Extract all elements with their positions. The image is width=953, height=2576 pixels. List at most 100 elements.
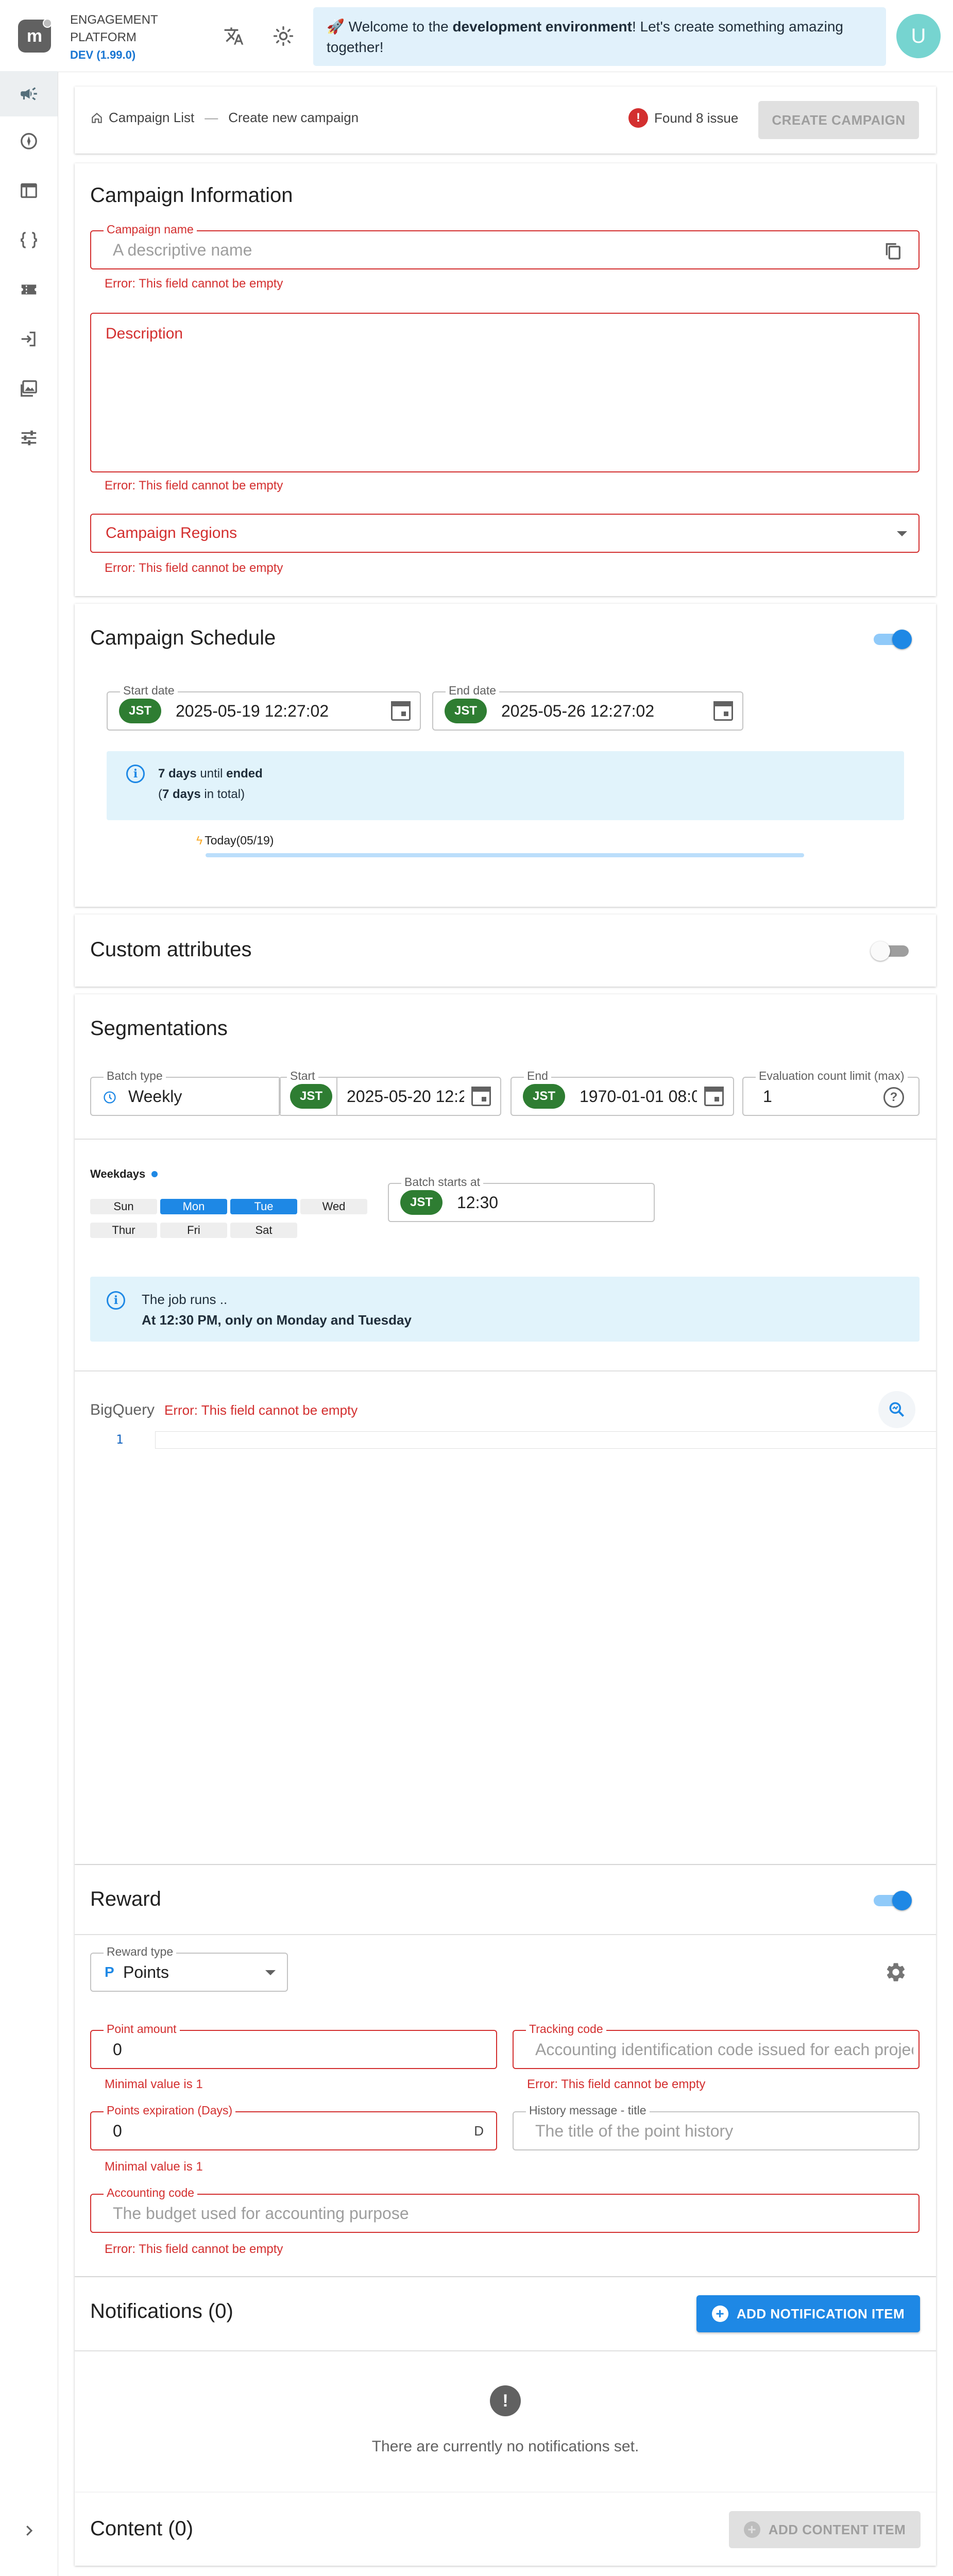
batch-type-value: Weekly xyxy=(128,1087,182,1106)
nav-login-icon[interactable] xyxy=(0,316,58,362)
toggle-knob xyxy=(871,941,890,961)
batch-starts-tz-chip[interactable]: JST xyxy=(400,1190,443,1215)
bigquery-editor[interactable] xyxy=(155,1431,936,1449)
custom-attributes-toggle[interactable] xyxy=(871,941,912,961)
campaign-name-field[interactable]: Campaign name A descriptive name xyxy=(90,223,920,269)
add-notification-label: ADD NOTIFICATION ITEM xyxy=(736,2306,905,2321)
calendar-icon[interactable] xyxy=(391,701,411,721)
batch-type-select[interactable]: Batch type Weekly xyxy=(90,1069,281,1116)
nav-campaign-icon[interactable] xyxy=(0,71,58,116)
campaign-schedule-card: Campaign Schedule Start date JST 2025-05… xyxy=(75,604,936,907)
help-icon[interactable]: ? xyxy=(883,1087,904,1108)
info-icon: i xyxy=(107,1291,125,1310)
copy-icon[interactable] xyxy=(882,241,903,264)
nav-image-icon[interactable] xyxy=(0,366,58,411)
weekday-chip-sat[interactable]: Sat xyxy=(230,1223,297,1238)
start-date-value: 2025-05-19 12:27:02 xyxy=(176,701,329,720)
issue-indicator[interactable]: ! Found 8 issue xyxy=(628,108,738,128)
home-icon xyxy=(90,111,104,125)
breadcrumb-campaign-list[interactable]: Campaign List xyxy=(109,110,194,126)
weekday-chip-mon[interactable]: Mon xyxy=(160,1199,227,1214)
schedule-timeline xyxy=(206,853,804,857)
weekday-chip-sun[interactable]: Sun xyxy=(90,1199,157,1214)
info-total-close: in total) xyxy=(200,787,245,801)
breadcrumb: Campaign List — Create new campaign xyxy=(90,110,359,126)
logo-letter: m xyxy=(26,26,43,46)
content-title: Content (0) xyxy=(90,2517,194,2540)
add-notification-button[interactable]: + ADD NOTIFICATION ITEM xyxy=(696,2295,920,2332)
issue-count-text: Found 8 issue xyxy=(654,110,739,126)
nav-browser-icon[interactable] xyxy=(0,168,58,213)
line-number-1: 1 xyxy=(116,1432,124,1447)
description-field[interactable]: Description xyxy=(90,313,920,472)
start-tz-chip[interactable]: JST xyxy=(119,699,161,723)
translate-icon[interactable] xyxy=(219,22,248,50)
exclamation-icon: ! xyxy=(490,2385,521,2416)
nav-ticket-icon[interactable] xyxy=(0,267,58,312)
calendar-icon[interactable] xyxy=(471,1087,491,1106)
weekday-chip-fri[interactable]: Fri xyxy=(160,1223,227,1238)
segment-end-field[interactable]: End JST 1970-01-01 08:00 xyxy=(510,1069,734,1116)
segment-start-label: Start xyxy=(287,1069,318,1083)
brightness-icon[interactable] xyxy=(269,22,298,50)
batch-starts-field[interactable]: Batch starts at JST 12:30 xyxy=(388,1175,655,1222)
points-expiration-field[interactable]: Points expiration (Days) 0 D xyxy=(90,2104,497,2150)
welcome-bold: development environment xyxy=(452,19,632,35)
job-line-2: At 12:30 PM, only on Monday and Tuesday xyxy=(142,1312,412,1328)
info-total-days: 7 days xyxy=(162,787,201,801)
end-date-field[interactable]: End date JST 2025-05-26 12:27:02 xyxy=(432,684,743,731)
campaign-schedule-title: Campaign Schedule xyxy=(90,626,276,649)
app-logo[interactable]: m xyxy=(18,19,52,53)
point-amount-field[interactable]: Point amount 0 xyxy=(90,2022,497,2069)
campaign-regions-label: Campaign Regions xyxy=(106,524,237,541)
chevron-right-icon[interactable] xyxy=(0,2508,58,2553)
calendar-icon[interactable] xyxy=(713,701,733,721)
brand-line-2: PLATFORM xyxy=(70,30,137,44)
tracking-code-field[interactable]: Tracking code Accounting identification … xyxy=(513,2022,920,2069)
description-error: Error: This field cannot be empty xyxy=(105,479,283,493)
nav-tune-icon[interactable] xyxy=(0,415,58,461)
clock-icon xyxy=(103,1090,117,1107)
weekday-chip-tue[interactable]: Tue xyxy=(230,1199,297,1214)
history-title-field[interactable]: History message - title The title of the… xyxy=(513,2104,920,2150)
campaign-regions-select[interactable]: Campaign Regions xyxy=(90,514,920,553)
breadcrumb-current: Create new campaign xyxy=(228,110,359,125)
reward-type-select[interactable]: Reward type P Points xyxy=(90,1945,288,1992)
segment-end-value: 1970-01-01 08:00 xyxy=(580,1087,697,1106)
start-date-field[interactable]: Start date JST 2025-05-19 12:27:02 xyxy=(107,684,421,731)
required-dot-icon xyxy=(151,1171,158,1177)
batch-starts-value: 12:30 xyxy=(457,1193,499,1212)
segment-end-tz-chip[interactable]: JST xyxy=(523,1084,565,1109)
segmentations-title: Segmentations xyxy=(90,1017,228,1040)
avatar[interactable]: U xyxy=(896,14,941,58)
today-marker: ϟ Today(05/19) xyxy=(196,834,274,848)
add-circle-icon: + xyxy=(743,2521,760,2538)
nav-compass-icon[interactable] xyxy=(0,118,58,164)
description-label: Description xyxy=(106,325,183,342)
end-tz-chip[interactable]: JST xyxy=(445,699,487,723)
create-campaign-button[interactable]: CREATE CAMPAIGN xyxy=(758,101,919,139)
accounting-code-field[interactable]: Accounting code The budget used for acco… xyxy=(90,2186,920,2233)
segment-start-field[interactable]: Start JST 2025-05-20 12:27 xyxy=(279,1069,501,1116)
today-label: Today(05/19) xyxy=(205,834,274,847)
chevron-down-icon xyxy=(897,531,907,536)
notifications-title: Notifications (0) xyxy=(90,2300,233,2323)
gear-icon[interactable] xyxy=(884,1961,907,1986)
segment-divider xyxy=(75,1370,936,1371)
error-icon: ! xyxy=(628,108,648,128)
calendar-icon[interactable] xyxy=(704,1087,724,1106)
info-days: 7 days xyxy=(158,767,197,781)
points-expiration-label: Points expiration (Days) xyxy=(104,2104,236,2117)
breadcrumb-card: Campaign List — Create new campaign ! Fo… xyxy=(75,87,936,154)
nav-code-braces-icon[interactable] xyxy=(0,217,58,263)
reward-toggle[interactable] xyxy=(871,1891,912,1910)
evaluation-count-field[interactable]: Evaluation count limit (max) 1 ? xyxy=(742,1069,920,1116)
weekday-chip-thur[interactable]: Thur xyxy=(90,1223,157,1238)
job-info-box: i The job runs .. At 12:30 PM, only on M… xyxy=(90,1277,920,1342)
segment-start-tz-chip[interactable]: JST xyxy=(290,1084,332,1109)
reward-card: Reward Reward type P Points Point amount… xyxy=(75,1865,936,2277)
weekday-chip-wed[interactable]: Wed xyxy=(300,1199,367,1214)
query-search-icon[interactable] xyxy=(878,1391,915,1428)
schedule-toggle[interactable] xyxy=(871,630,912,649)
add-content-button[interactable]: + ADD CONTENT ITEM xyxy=(729,2511,921,2548)
